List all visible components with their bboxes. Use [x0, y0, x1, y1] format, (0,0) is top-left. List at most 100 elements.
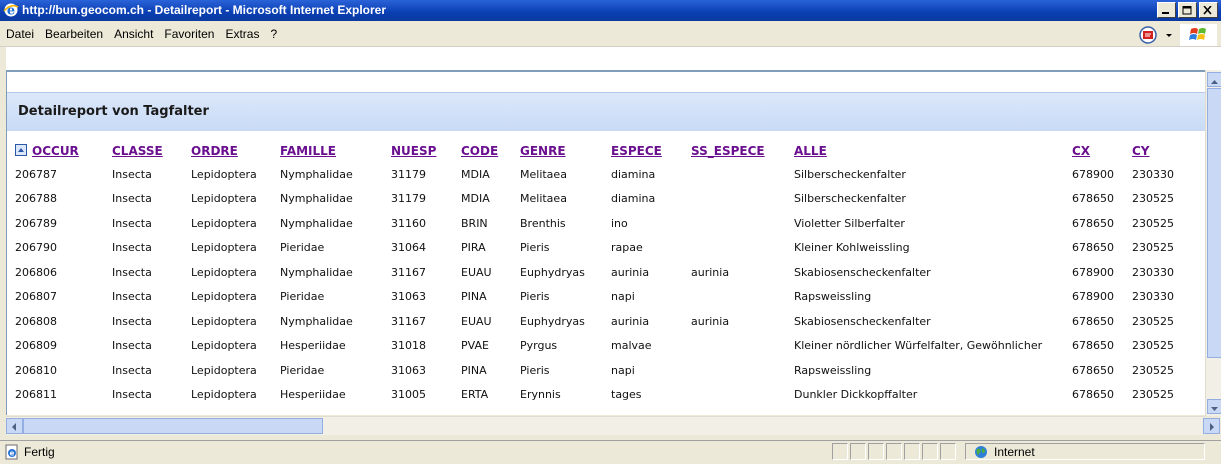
- cell-cy: 230525: [1132, 216, 1174, 230]
- cell-ss-espece: [691, 334, 794, 359]
- cell-espece: napi: [611, 290, 635, 304]
- status-cell: [850, 443, 866, 460]
- column-header-nuesp[interactable]: NUESP: [391, 140, 461, 162]
- cell-code: PIRA: [461, 241, 486, 255]
- arrow-right-icon: [1210, 423, 1214, 431]
- cell-cy: 230525: [1132, 339, 1174, 353]
- cell-classe: Insecta: [112, 314, 152, 328]
- table-row: 206807 Insecta Lepidoptera Pieridae 31063 PIN…: [15, 285, 1192, 310]
- table-row: 206789 Insecta Lepidoptera Nymphalidae 31160…: [15, 211, 1192, 236]
- cell-espece: diamina: [611, 192, 656, 206]
- cell-espece: aurinia: [611, 314, 650, 328]
- cell-famille: Hesperiidae: [280, 339, 346, 353]
- chevron-down-icon[interactable]: [1165, 25, 1173, 45]
- menu-bar: Datei Bearbeiten Ansicht Favoriten Extra…: [0, 22, 1221, 47]
- cell-genre: Pieris: [520, 241, 550, 255]
- cell-cy: 230330: [1132, 167, 1174, 181]
- table-row: 206788 Insecta Lepidoptera Nymphalidae 31179…: [15, 187, 1192, 212]
- cell-nuesp: 31005: [391, 388, 426, 402]
- browser-window: e http://bun.geocom.ch - Detailreport - …: [0, 0, 1221, 464]
- status-cell: [904, 443, 920, 460]
- maximize-icon: [1182, 6, 1192, 15]
- close-icon: [1203, 6, 1212, 15]
- table-row: 206790 Insecta Lepidoptera Pieridae 31064 PIR…: [15, 236, 1192, 261]
- menu-favoriten[interactable]: Favoriten: [164, 27, 214, 41]
- cell-nuesp: 31018: [391, 339, 426, 353]
- column-header-cy[interactable]: CY: [1132, 140, 1192, 162]
- cell-cx: 678650: [1072, 216, 1114, 230]
- cell-espece: diamina: [611, 167, 656, 181]
- cell-cy: 230330: [1132, 265, 1174, 279]
- scroll-left-button[interactable]: [6, 418, 23, 434]
- status-cell: [868, 443, 884, 460]
- zone-text: Internet: [994, 445, 1035, 459]
- scroll-down-button[interactable]: [1207, 399, 1221, 414]
- cell-cy: 230525: [1132, 388, 1174, 402]
- data-table: OCCUR CLASSE ORDRE FAMILLE NUESP CODE GE…: [15, 140, 1192, 407]
- cell-nuesp: 31167: [391, 314, 426, 328]
- cell-ss-espece: [691, 358, 794, 383]
- cell-famille: Pieridae: [280, 241, 325, 255]
- column-header-code[interactable]: CODE: [461, 140, 520, 162]
- column-header-occur[interactable]: OCCUR: [15, 140, 112, 162]
- close-button[interactable]: [1199, 2, 1218, 18]
- menu-bearbeiten[interactable]: Bearbeiten: [45, 27, 103, 41]
- column-header-classe[interactable]: CLASSE: [112, 140, 191, 162]
- cell-genre: Brenthis: [520, 216, 566, 230]
- cell-cx: 678900: [1072, 167, 1114, 181]
- menu-datei[interactable]: Datei: [6, 27, 34, 41]
- maximize-button[interactable]: [1178, 2, 1197, 18]
- title-bar[interactable]: e http://bun.geocom.ch - Detailreport - …: [0, 0, 1221, 21]
- cell-genre: Euphydryas: [520, 265, 585, 279]
- cell-ordre: Lepidoptera: [191, 167, 257, 181]
- scroll-up-button[interactable]: [1207, 72, 1221, 87]
- horizontal-scroll-thumb[interactable]: [23, 418, 323, 434]
- column-header-ss-espece[interactable]: SS_ESPECE: [691, 140, 794, 162]
- globe-icon: [975, 446, 987, 458]
- cell-code: MDIA: [461, 167, 490, 181]
- scroll-right-button[interactable]: [1203, 418, 1220, 434]
- column-header-ordre[interactable]: ORDRE: [191, 140, 280, 162]
- sort-up-icon[interactable]: [15, 144, 27, 156]
- menu-extras[interactable]: Extras: [225, 27, 259, 41]
- cell-espece: ino: [611, 216, 628, 230]
- cell-famille: Nymphalidae: [280, 167, 353, 181]
- cell-cy: 230525: [1132, 192, 1174, 206]
- menu-help[interactable]: ?: [270, 27, 277, 41]
- pdf-convert-icon[interactable]: [1137, 25, 1159, 45]
- cell-genre: Pieris: [520, 290, 550, 304]
- cell-espece: aurinia: [611, 265, 650, 279]
- cell-alle: Silberscheckenfalter: [794, 167, 906, 181]
- minimize-button[interactable]: [1157, 2, 1176, 18]
- cell-espece: malvae: [611, 339, 652, 353]
- security-zone[interactable]: Internet: [965, 443, 1205, 460]
- cell-ordre: Lepidoptera: [191, 216, 257, 230]
- column-header-alle[interactable]: ALLE: [794, 140, 1072, 162]
- horizontal-scrollbar[interactable]: [6, 416, 1220, 435]
- column-header-famille[interactable]: FAMILLE: [280, 140, 391, 162]
- cell-famille: Hesperiidae: [280, 388, 346, 402]
- cell-famille: Nymphalidae: [280, 265, 353, 279]
- vertical-scroll-thumb[interactable]: [1207, 88, 1221, 358]
- cell-code: MDIA: [461, 192, 490, 206]
- cell-genre: Euphydryas: [520, 314, 585, 328]
- cell-nuesp: 31167: [391, 265, 426, 279]
- cell-cx: 678650: [1072, 314, 1114, 328]
- status-cells: [832, 443, 956, 460]
- cell-classe: Insecta: [112, 241, 152, 255]
- menu-ansicht[interactable]: Ansicht: [114, 27, 153, 41]
- column-header-cx[interactable]: CX: [1072, 140, 1132, 162]
- column-header-espece[interactable]: ESPECE: [611, 140, 691, 162]
- cell-alle: Dunkler Dickkopffalter: [794, 388, 918, 402]
- table-header-row: OCCUR CLASSE ORDRE FAMILLE NUESP CODE GE…: [15, 140, 1192, 162]
- cell-ordre: Lepidoptera: [191, 314, 257, 328]
- table-row: 206811 Insecta Lepidoptera Hesperiidae 31005…: [15, 383, 1192, 408]
- report-title: Detailreport von Tagfalter: [18, 104, 209, 119]
- column-header-genre[interactable]: GENRE: [520, 140, 611, 162]
- cell-occur: 206809: [15, 339, 57, 353]
- cell-famille: Pieridae: [280, 363, 325, 377]
- windows-logo-icon: [1180, 24, 1217, 46]
- vertical-scrollbar[interactable]: [1205, 70, 1221, 416]
- cell-cy: 230525: [1132, 241, 1174, 255]
- cell-cx: 678650: [1072, 192, 1114, 206]
